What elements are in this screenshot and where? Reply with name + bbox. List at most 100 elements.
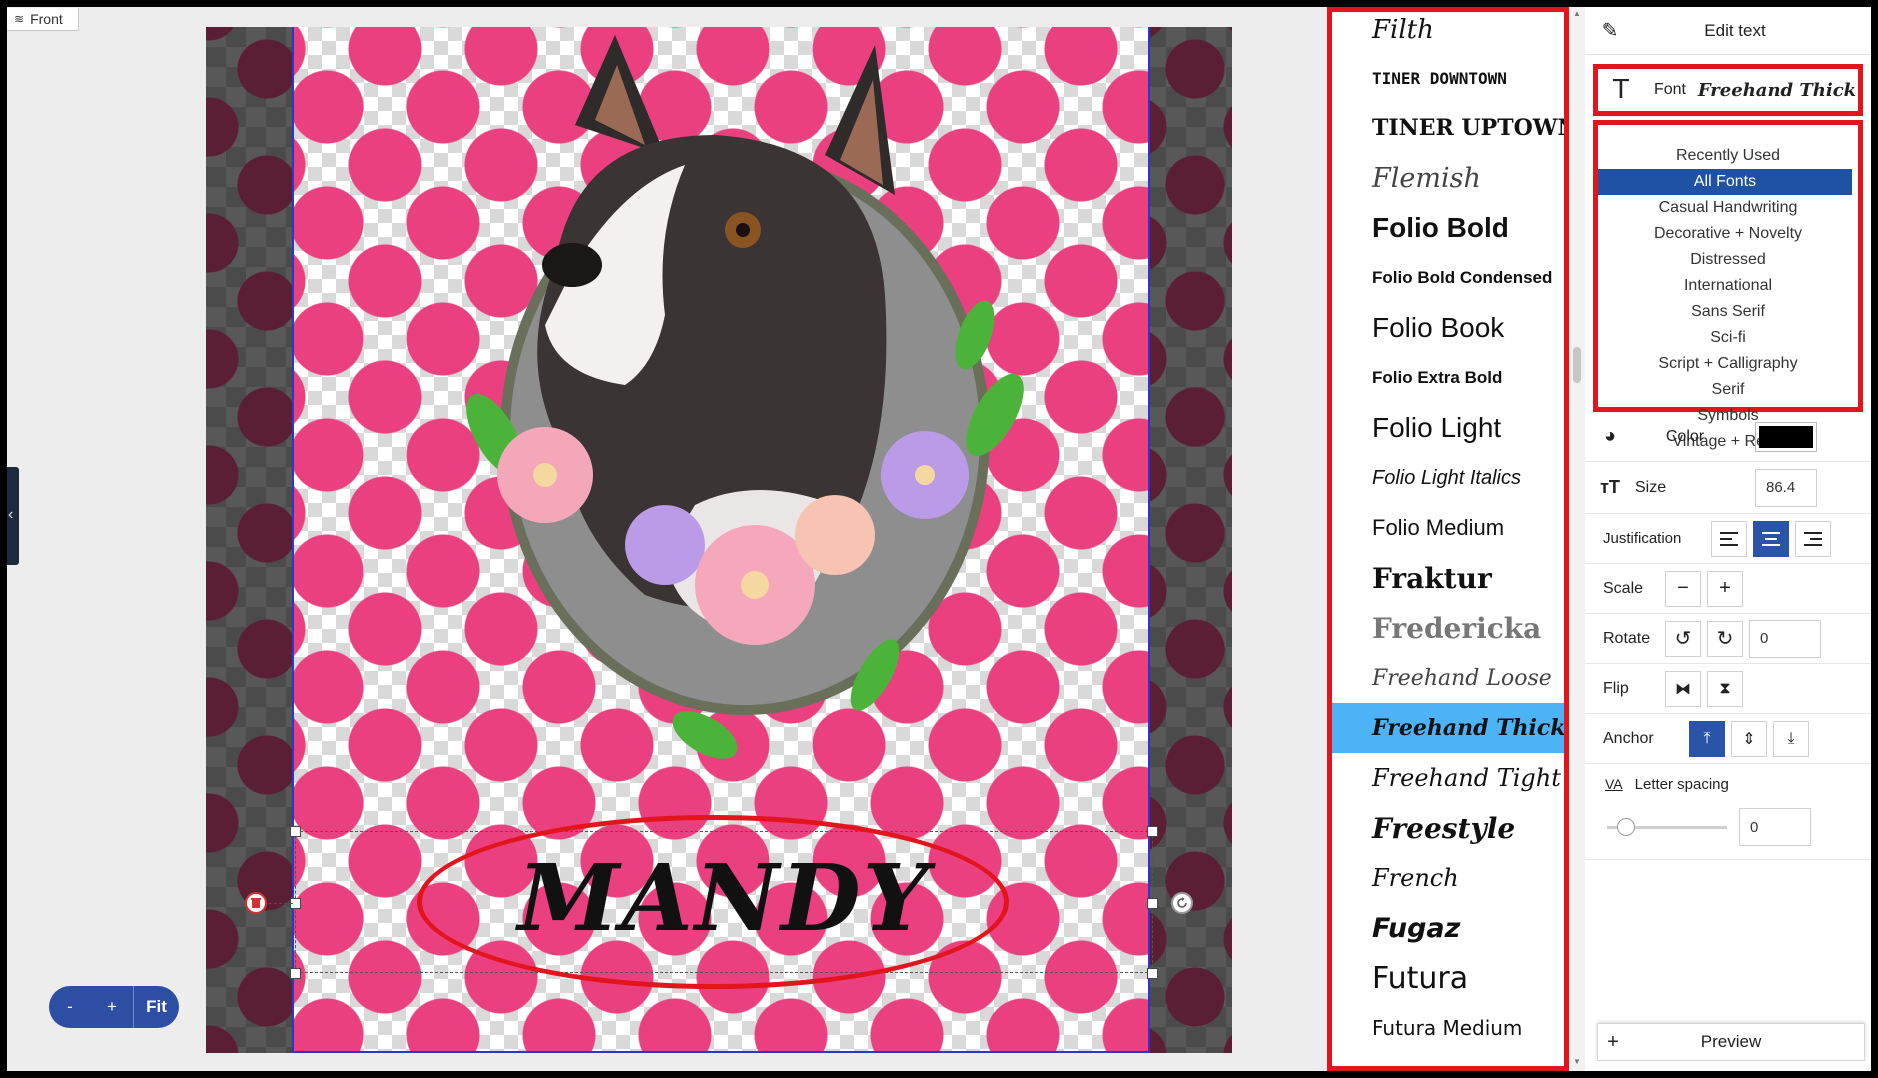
chevron-left-icon: ‹	[8, 506, 14, 523]
resize-handle-bottom-right[interactable]	[1147, 968, 1158, 979]
font-item-french[interactable]: French	[1327, 853, 1567, 903]
anchor-bottom-icon: ⤓	[1787, 729, 1795, 747]
preview-button[interactable]: + Preview	[1597, 1023, 1865, 1061]
align-right-button[interactable]	[1795, 520, 1831, 557]
font-item-folio-light-italics[interactable]: Folio Light Italics	[1327, 453, 1567, 503]
zoom-controls: - + Fit	[49, 986, 179, 1028]
letter-spacing-row: VA Letter spacing 0	[1585, 764, 1871, 860]
rotate-ccw-icon: ↺	[1674, 628, 1692, 650]
font-item-folio-medium[interactable]: Folio Medium	[1327, 503, 1567, 553]
font-selector[interactable]: T Font Freehand Thick	[1593, 64, 1863, 116]
font-item-futura[interactable]: Futura	[1327, 953, 1567, 1003]
zoom-in-button[interactable]: +	[91, 986, 133, 1028]
font-item-freehand-thick[interactable]: Freehand Thick	[1327, 703, 1567, 753]
anchor-middle-icon: ⇕	[1742, 730, 1756, 748]
category-sci-fi[interactable]: Sci-fi	[1598, 325, 1858, 351]
view-tag[interactable]: ≋ Front	[7, 8, 79, 31]
font-item-fugaz[interactable]: Fugaz	[1327, 903, 1567, 953]
flip-label: Flip	[1603, 679, 1629, 697]
size-row: ᴛT Size 86.4	[1585, 462, 1871, 514]
justification-label: Justification	[1603, 530, 1682, 547]
scale-down-button[interactable]: −	[1665, 570, 1701, 607]
minus-icon: −	[1677, 577, 1689, 599]
size-input[interactable]: 86.4	[1755, 468, 1817, 507]
category-serif[interactable]: Serif	[1598, 377, 1858, 403]
delete-connector	[263, 903, 293, 904]
scrollbar-thumb[interactable]	[1573, 347, 1581, 383]
layers-icon: ≋	[14, 12, 25, 26]
text-size-icon: ᴛT	[1600, 477, 1620, 497]
align-left-button[interactable]	[1711, 520, 1747, 557]
color-swatch[interactable]	[1755, 421, 1817, 452]
justification-row: Justification	[1585, 514, 1871, 564]
anchor-bottom-button[interactable]: ⤓	[1773, 720, 1809, 757]
dog-illustration[interactable]	[455, 35, 1035, 787]
category-script-calligraphy[interactable]: Script + Calligraphy	[1598, 351, 1858, 377]
font-value: Freehand Thick	[1697, 79, 1857, 101]
flip-vertical-icon: ⧗	[1719, 679, 1731, 697]
trash-icon	[251, 898, 261, 908]
scroll-up-icon[interactable]: ▲	[1572, 9, 1582, 19]
category-international[interactable]: International	[1598, 273, 1858, 299]
rotate-right-button[interactable]: ↻	[1707, 620, 1743, 657]
pencil-icon: ✎	[1601, 20, 1619, 42]
slider-knob[interactable]	[1617, 818, 1636, 836]
anchor-top-button[interactable]: ⤒	[1689, 720, 1725, 757]
anchor-row: Anchor ⤒ ⇕ ⤓	[1585, 714, 1871, 764]
category-casual-handwriting[interactable]: Casual Handwriting	[1598, 195, 1858, 221]
letter-spacing-input[interactable]: 0	[1739, 808, 1811, 846]
category-all-fonts[interactable]: All Fonts	[1598, 169, 1852, 195]
anchor-top-icon: ⤒	[1703, 729, 1711, 747]
zoom-fit-button[interactable]: Fit	[133, 986, 179, 1028]
flip-horizontal-button[interactable]: ⧓	[1665, 670, 1701, 707]
font-item-freestyle[interactable]: Freestyle	[1327, 803, 1567, 853]
letter-spacing-label: Letter spacing	[1634, 775, 1729, 793]
palette-icon: ◕	[1603, 425, 1617, 447]
rotate-element-button[interactable]	[1171, 892, 1193, 914]
anchor-middle-button[interactable]: ⇕	[1731, 720, 1767, 757]
designer-app: ‹ ≋ Front MANDY - + Fit Filth TINER DOWN…	[7, 7, 1871, 1071]
flip-row: Flip ⧓ ⧗	[1585, 664, 1871, 714]
preview-label: Preview	[1700, 1032, 1762, 1051]
font-item-fredericka[interactable]: Fredericka	[1327, 603, 1567, 653]
resize-handle-bottom-left[interactable]	[290, 968, 301, 979]
font-item-futura-medium[interactable]: Futura Medium	[1327, 1003, 1567, 1053]
font-item-filth[interactable]: Filth	[1327, 7, 1567, 53]
align-center-button[interactable]	[1753, 520, 1789, 557]
category-distressed[interactable]: Distressed	[1598, 247, 1858, 273]
font-list-scrollbar[interactable]: ▲ ▼	[1569, 7, 1585, 1071]
rotate-icon	[1177, 897, 1187, 908]
font-item-folio-light[interactable]: Folio Light	[1327, 403, 1567, 453]
rotate-left-button[interactable]: ↺	[1665, 620, 1701, 657]
delete-element-button[interactable]	[245, 892, 267, 914]
rotate-cw-icon: ↻	[1716, 628, 1734, 650]
zoom-out-button[interactable]: -	[49, 986, 91, 1028]
category-decorative-novelty[interactable]: Decorative + Novelty	[1598, 221, 1858, 247]
flip-vertical-button[interactable]: ⧗	[1707, 670, 1743, 707]
font-item-tiner-uptown[interactable]: TINER UPTOWN	[1327, 103, 1567, 153]
font-item-fraktur[interactable]: Fraktur	[1327, 553, 1567, 603]
letter-spacing-icon: VA	[1605, 776, 1623, 792]
scroll-down-icon[interactable]: ▼	[1572, 1057, 1582, 1067]
letter-spacing-header: VA Letter spacing	[1585, 764, 1871, 804]
plus-icon: +	[1607, 1030, 1619, 1053]
rotate-input[interactable]: 0	[1749, 619, 1821, 658]
font-label: Font	[1653, 81, 1686, 98]
font-item-freehand-loose[interactable]: Freehand Loose	[1327, 653, 1567, 703]
font-list[interactable]: Filth TINER DOWNTOWN TINER UPTOWN Flemis…	[1327, 7, 1567, 1071]
font-item-flemish[interactable]: Flemish	[1327, 153, 1567, 203]
scale-up-button[interactable]: +	[1707, 570, 1743, 607]
rotate-row: Rotate ↺ ↻ 0	[1585, 614, 1871, 664]
font-item-folio-extra-bold[interactable]: Folio Extra Bold	[1327, 353, 1567, 403]
font-item-tiner-downtown[interactable]: TINER DOWNTOWN	[1327, 53, 1567, 103]
font-item-freehand-tight[interactable]: Freehand Tight	[1327, 753, 1567, 803]
letter-spacing-controls: 0	[1585, 804, 1871, 850]
font-item-folio-bold[interactable]: Folio Bold	[1327, 203, 1567, 253]
category-sans-serif[interactable]: Sans Serif	[1598, 299, 1858, 325]
font-item-folio-bold-condensed[interactable]: Folio Bold Condensed	[1327, 253, 1567, 303]
edit-text-panel: ✎ Edit text T Font Freehand Thick Recent…	[1585, 7, 1871, 1071]
side-panel-toggle[interactable]: ‹	[7, 467, 19, 565]
font-item-folio-book[interactable]: Folio Book	[1327, 303, 1567, 353]
category-recently-used[interactable]: Recently Used	[1598, 143, 1858, 169]
letter-spacing-slider[interactable]	[1607, 817, 1727, 837]
